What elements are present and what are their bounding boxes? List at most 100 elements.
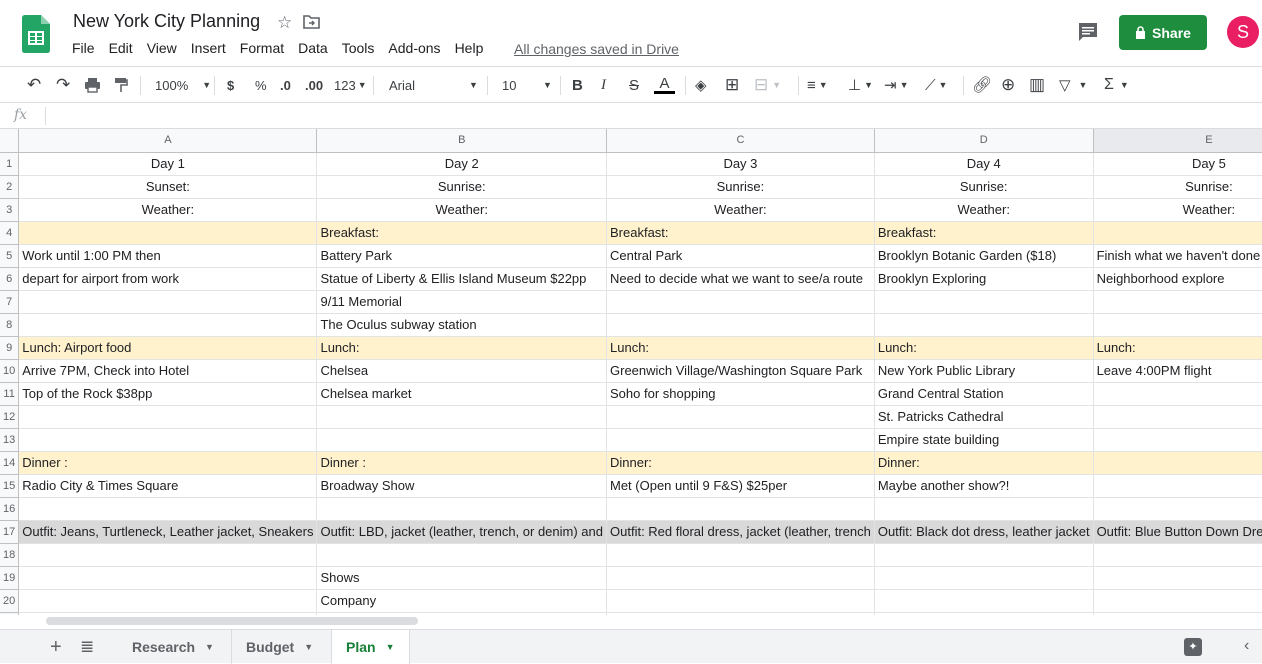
cell-e14[interactable] xyxy=(1093,451,1262,475)
cell-b11[interactable]: Chelsea market xyxy=(316,382,607,406)
cell-d14[interactable]: Dinner: xyxy=(874,451,1094,475)
cell-a21[interactable] xyxy=(18,612,318,615)
cell-c7[interactable] xyxy=(606,290,875,314)
filter-icon[interactable]: ▽ ▼ xyxy=(1059,67,1087,103)
move-to-folder-icon[interactable] xyxy=(303,14,320,29)
cell-b15[interactable]: Broadway Show xyxy=(316,474,607,498)
collapse-icon[interactable]: ‹ xyxy=(1244,637,1249,655)
cell-e18[interactable] xyxy=(1093,543,1262,567)
sheets-logo-icon[interactable] xyxy=(22,15,50,53)
row-header[interactable]: 17 xyxy=(0,520,20,544)
cell-e16[interactable] xyxy=(1093,497,1262,521)
cell-d21[interactable] xyxy=(874,612,1094,615)
column-header-d[interactable]: D xyxy=(874,129,1094,153)
cell-e20[interactable] xyxy=(1093,589,1262,613)
cell-a2[interactable]: Sunset: xyxy=(18,175,318,199)
cell-b3[interactable]: Weather: xyxy=(316,198,607,222)
avatar[interactable]: S xyxy=(1227,16,1259,48)
cell-d9[interactable]: Lunch: xyxy=(874,336,1094,360)
column-header-b[interactable]: B xyxy=(316,129,607,153)
menu-data[interactable]: Data xyxy=(298,40,328,56)
cell-b21[interactable]: Hadestown xyxy=(316,612,607,615)
menu-help[interactable]: Help xyxy=(455,40,484,56)
cell-a1[interactable]: Day 1 xyxy=(18,152,318,176)
text-wrap-icon[interactable]: ⇥ ▼ xyxy=(884,67,909,103)
cell-d4[interactable]: Breakfast: xyxy=(874,221,1094,245)
column-header-e[interactable]: E xyxy=(1093,129,1262,153)
row-header[interactable]: 8 xyxy=(0,313,20,337)
row-header[interactable]: 7 xyxy=(0,290,20,314)
cell-c17[interactable]: Outfit: Red floral dress, jacket (leathe… xyxy=(606,520,875,544)
cell-a16[interactable] xyxy=(18,497,318,521)
cell-e5[interactable]: Finish what we haven't done xyxy=(1093,244,1262,268)
column-header-c[interactable]: C xyxy=(606,129,875,153)
decrease-decimal-button[interactable]: .0 xyxy=(280,67,291,103)
insert-link-icon[interactable]: 🔗︎ xyxy=(972,67,992,103)
row-header[interactable]: 6 xyxy=(0,267,20,291)
row-header[interactable]: 18 xyxy=(0,543,20,567)
cell-c21[interactable] xyxy=(606,612,875,615)
cell-e2[interactable]: Sunrise: xyxy=(1093,175,1262,199)
star-icon[interactable]: ☆ xyxy=(277,13,292,33)
cell-b14[interactable]: Dinner : xyxy=(316,451,607,475)
sheet-tab-research[interactable]: Research ▼ xyxy=(118,630,232,664)
cell-e15[interactable] xyxy=(1093,474,1262,498)
cell-c6[interactable]: Need to decide what we want to see/a rou… xyxy=(606,267,875,291)
cell-d3[interactable]: Weather: xyxy=(874,198,1094,222)
menu-edit[interactable]: Edit xyxy=(109,40,133,56)
cell-a15[interactable]: Radio City & Times Square xyxy=(18,474,318,498)
cell-c3[interactable]: Weather: xyxy=(606,198,875,222)
row-header[interactable]: 19 xyxy=(0,566,20,590)
row-header[interactable]: 16 xyxy=(0,497,20,521)
cell-e21[interactable] xyxy=(1093,612,1262,615)
cell-c2[interactable]: Sunrise: xyxy=(606,175,875,199)
cell-c19[interactable] xyxy=(606,566,875,590)
cell-e11[interactable] xyxy=(1093,382,1262,406)
cell-a9[interactable]: Lunch: Airport food xyxy=(18,336,318,360)
cell-e19[interactable] xyxy=(1093,566,1262,590)
cell-a4[interactable] xyxy=(18,221,318,245)
sheet-tab-budget[interactable]: Budget ▼ xyxy=(232,630,332,664)
cell-c9[interactable]: Lunch: xyxy=(606,336,875,360)
cell-e12[interactable] xyxy=(1093,405,1262,429)
align-left-icon[interactable]: ≡ ▼ xyxy=(807,67,828,103)
cell-d13[interactable]: Empire state building xyxy=(874,428,1094,452)
text-rotation-icon[interactable]: ⟋ ▼ xyxy=(925,67,947,103)
cell-d19[interactable] xyxy=(874,566,1094,590)
strikethrough-button[interactable]: S xyxy=(629,67,639,103)
cell-c18[interactable] xyxy=(606,543,875,567)
font-size-select[interactable]: 10 ▼ xyxy=(502,67,552,103)
cell-e17[interactable]: Outfit: Blue Button Down Dress, Jacket xyxy=(1093,520,1262,544)
cell-b12[interactable] xyxy=(316,405,607,429)
chevron-down-icon[interactable]: ▼ xyxy=(304,642,313,652)
cell-d16[interactable] xyxy=(874,497,1094,521)
font-select[interactable]: Arial ▼ xyxy=(389,67,479,103)
cell-c15[interactable]: Met (Open until 9 F&S) $25per xyxy=(606,474,875,498)
percent-format-button[interactable]: % xyxy=(255,67,267,103)
cell-e1[interactable]: Day 5 xyxy=(1093,152,1262,176)
cell-b20[interactable]: Company xyxy=(316,589,607,613)
cell-b18[interactable] xyxy=(316,543,607,567)
cell-a5[interactable]: Work until 1:00 PM then xyxy=(18,244,318,268)
cell-e4[interactable] xyxy=(1093,221,1262,245)
menu-tools[interactable]: Tools xyxy=(342,40,375,56)
row-header[interactable]: 10 xyxy=(0,359,20,383)
cell-b10[interactable]: Chelsea xyxy=(316,359,607,383)
vertical-align-icon[interactable]: ⊥ ▼ xyxy=(848,67,873,103)
cell-a14[interactable]: Dinner : xyxy=(18,451,318,475)
column-header-a[interactable]: A xyxy=(18,129,318,153)
currency-format-button[interactable]: $ xyxy=(227,67,234,103)
cell-d18[interactable] xyxy=(874,543,1094,567)
cell-c13[interactable] xyxy=(606,428,875,452)
row-header[interactable]: 3 xyxy=(0,198,20,222)
cell-d7[interactable] xyxy=(874,290,1094,314)
cell-c11[interactable]: Soho for shopping xyxy=(606,382,875,406)
cell-b6[interactable]: Statue of Liberty & Ellis Island Museum … xyxy=(316,267,607,291)
row-header[interactable]: 5 xyxy=(0,244,20,268)
row-header[interactable]: 15 xyxy=(0,474,20,498)
row-header[interactable]: 21 xyxy=(0,612,20,615)
cell-b1[interactable]: Day 2 xyxy=(316,152,607,176)
all-sheets-icon[interactable]: ≣ xyxy=(80,637,94,657)
cell-c16[interactable] xyxy=(606,497,875,521)
borders-icon[interactable]: ⊞ xyxy=(725,67,739,103)
